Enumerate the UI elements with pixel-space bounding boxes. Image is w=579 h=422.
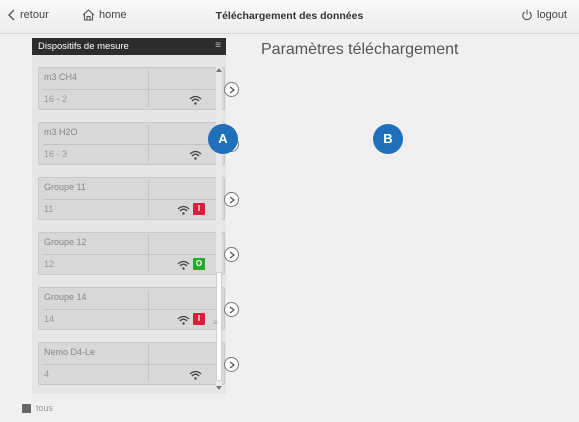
device-card[interactable]: Nemo D4-Le 4	[38, 342, 239, 385]
wifi-icon	[177, 315, 190, 325]
scroll-grip-icon[interactable]: ≡	[213, 318, 218, 327]
divider	[43, 309, 220, 310]
home-icon	[82, 9, 95, 21]
wifi-icon	[177, 260, 190, 270]
logout-label: logout	[537, 9, 567, 21]
device-code: 16 - 2	[44, 94, 68, 104]
device-code: 11	[44, 204, 54, 214]
divider	[43, 89, 220, 90]
status-badge: I	[193, 313, 205, 325]
divider	[43, 199, 220, 200]
logout-button[interactable]: logout	[521, 9, 567, 21]
device-code: 12	[44, 259, 55, 269]
device-name: m3 H2O	[44, 127, 78, 137]
device-card[interactable]: Groupe 12 12 O	[38, 232, 239, 275]
device-code: 14	[44, 314, 55, 324]
top-bar: retour home Téléchargement des données l…	[0, 0, 579, 34]
chevron-right-icon[interactable]	[224, 302, 239, 317]
menu-icon[interactable]: ≡	[215, 40, 221, 51]
device-name: Groupe 14	[44, 292, 87, 302]
chevron-right-icon[interactable]	[224, 192, 239, 207]
device-card[interactable]: m3 CH4 16 - 2	[38, 67, 239, 110]
wifi-icon	[189, 95, 202, 105]
checkbox-label: tous	[36, 403, 54, 413]
checkbox-box[interactable]	[22, 403, 31, 413]
wifi-icon	[189, 370, 202, 380]
panel-header: Dispositifs de mesure ≡	[32, 38, 226, 55]
back-label: retour	[20, 9, 49, 21]
device-panel: Dispositifs de mesure ≡ m3 CH4 16 - 2 m3…	[32, 38, 239, 394]
device-name: Groupe 12	[44, 237, 87, 247]
device-name: Groupe 11	[44, 182, 86, 192]
callout-marker-b: B	[373, 124, 403, 154]
wifi-icon	[189, 150, 202, 160]
scrollbar[interactable]	[216, 67, 222, 391]
home-label: home	[99, 9, 127, 21]
device-card[interactable]: m3 H2O 16 - 3	[38, 122, 239, 165]
device-name: m3 CH4	[44, 72, 78, 82]
select-all-checkbox[interactable]: tous	[22, 403, 53, 413]
device-name: Nemo D4-Le	[44, 347, 96, 357]
home-button[interactable]: home	[82, 9, 127, 21]
device-code: 4	[44, 369, 50, 379]
main-title: Paramètres téléchargement	[261, 41, 459, 58]
divider	[43, 364, 220, 365]
device-code: 16 - 3	[44, 149, 68, 159]
status-badge: O	[193, 258, 205, 270]
chevron-right-icon[interactable]	[224, 247, 239, 262]
device-card[interactable]: Groupe 11 11 I	[38, 177, 239, 220]
scroll-up-icon[interactable]	[215, 67, 223, 73]
status-badge: I	[193, 203, 205, 215]
back-button[interactable]: retour	[8, 9, 49, 21]
power-icon	[522, 9, 532, 21]
callout-marker-a: A	[208, 124, 238, 154]
wifi-icon	[177, 205, 190, 215]
divider	[43, 254, 220, 255]
chevron-right-icon[interactable]	[224, 357, 239, 372]
device-card[interactable]: Groupe 14 14 I	[38, 287, 239, 330]
chevron-right-icon[interactable]	[224, 82, 239, 97]
panel-title: Dispositifs de mesure	[38, 41, 129, 52]
scroll-down-icon[interactable]	[215, 385, 223, 391]
chevron-left-icon	[8, 9, 15, 21]
divider	[43, 144, 220, 145]
